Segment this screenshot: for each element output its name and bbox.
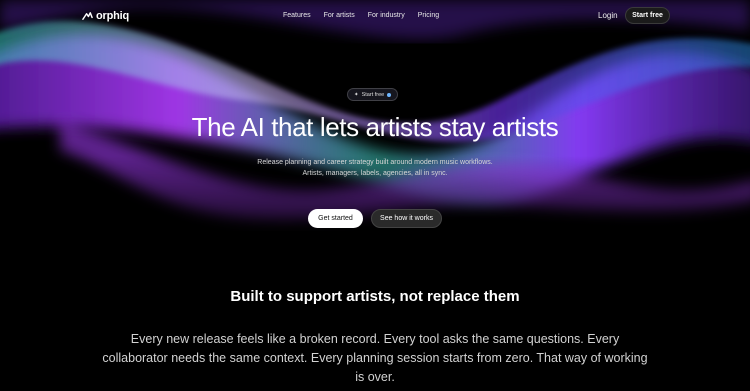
section-title: Built to support artists, not replace th… [230, 288, 520, 305]
see-how-it-works-button[interactable]: See how it works [371, 209, 442, 228]
nav-link-for-artists[interactable]: For artists [324, 12, 355, 19]
orphiq-logo-icon [82, 11, 93, 20]
badge-label: Start free [361, 91, 385, 98]
badge-dot-icon [387, 92, 392, 97]
nav-link-pricing[interactable]: Pricing [418, 12, 439, 19]
hero-subtitle: Release planning and career strategy bui… [0, 157, 750, 179]
section-body: Every new release feels like a broken re… [102, 332, 648, 384]
hero-subtitle-line-1: Release planning and career strategy bui… [257, 159, 493, 166]
nav-link-features[interactable]: Features [283, 12, 311, 19]
start-free-button[interactable]: Start free [625, 7, 670, 24]
get-started-button[interactable]: Get started [308, 209, 363, 228]
top-nav: orphiq Features For artists For industry… [0, 0, 750, 32]
sparkle-icon: ✦ [354, 91, 359, 98]
nav-links: Features For artists For industry Pricin… [283, 12, 439, 19]
brand-name: orphiq [96, 10, 130, 22]
hero-title: The AI that lets artists stay artists [191, 112, 559, 142]
hero-subtitle-line-2: Artists, managers, labels, agencies, all… [302, 170, 448, 177]
login-link[interactable]: Login [598, 11, 618, 20]
start-free-badge[interactable]: ✦ Start free [347, 88, 399, 101]
brand-logo[interactable]: orphiq [82, 10, 129, 22]
nav-link-for-industry[interactable]: For industry [368, 12, 405, 19]
